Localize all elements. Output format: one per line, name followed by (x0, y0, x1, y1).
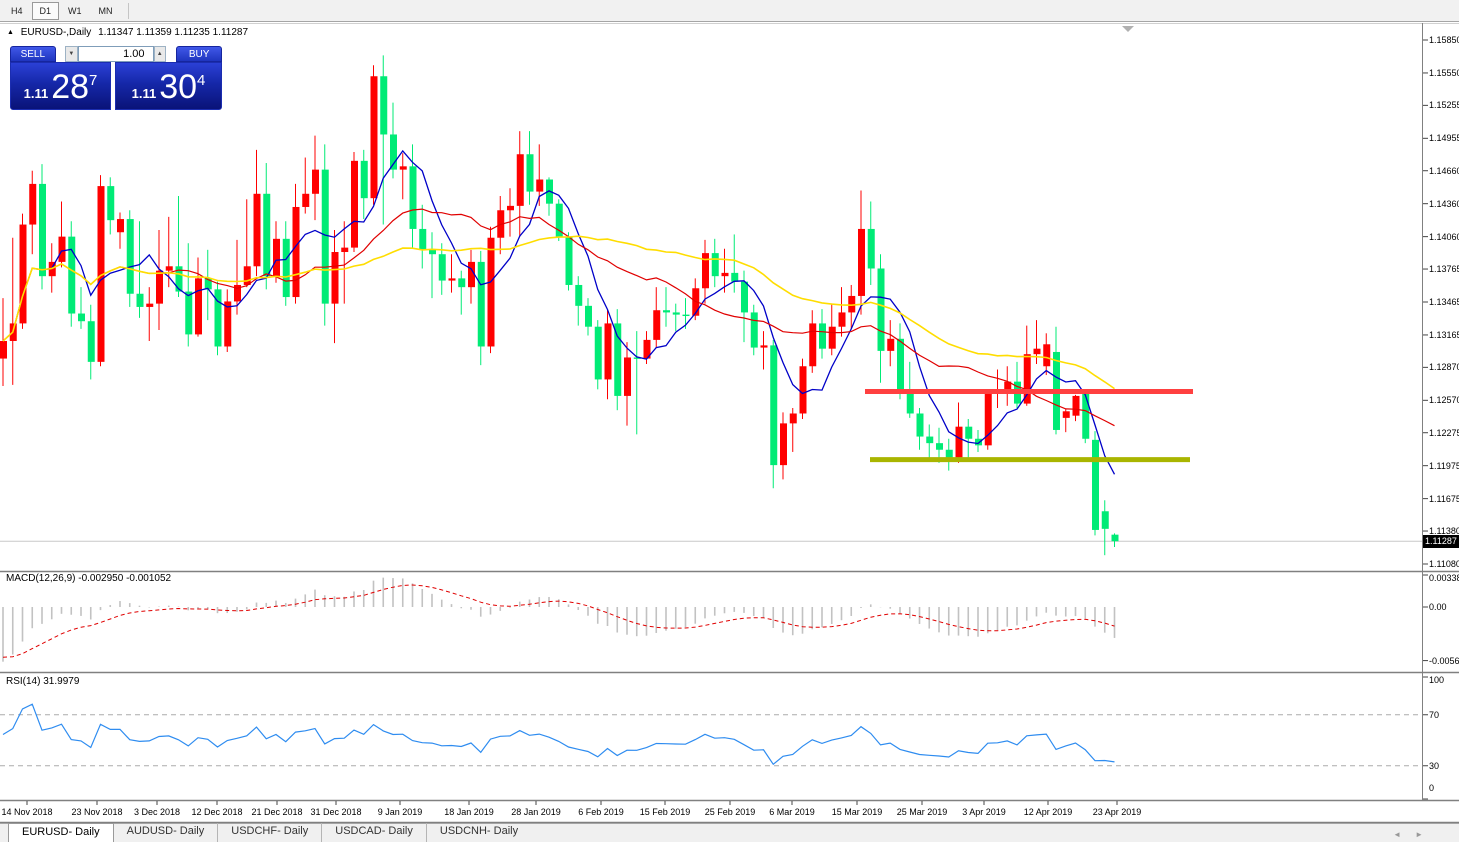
chart-tab-usdchf[interactable]: USDCHF- Daily (217, 823, 321, 842)
timeframe-button-h4[interactable]: H4 (3, 2, 31, 20)
chart-tab-audusd[interactable]: AUDUSD- Daily (114, 823, 218, 842)
volume-increase-button[interactable]: ▲ (154, 46, 166, 62)
toolbar-divider (128, 3, 129, 19)
timeframe-toolbar: H4D1W1MN (0, 0, 1459, 22)
buy-price-big: 30 (159, 67, 197, 107)
buy-price-prefix: 1.11 (132, 86, 157, 101)
one-click-trading-panel: SELL ▼ ▲ BUY 1.11287 1.11304 (10, 46, 222, 110)
chart-tab-bar: EURUSD- DailyAUDUSD- DailyUSDCHF- DailyU… (0, 823, 1459, 842)
chart-tabs: EURUSD- DailyAUDUSD- DailyUSDCHF- DailyU… (0, 823, 531, 842)
buy-price-sup: 4 (197, 72, 205, 89)
ohlc-values: 1.11347 1.11359 1.11235 1.11287 (98, 27, 248, 38)
timeframe-buttons: H4D1W1MN (3, 1, 122, 20)
chart-canvas[interactable] (0, 0, 1459, 842)
timeframe-button-d1[interactable]: D1 (32, 2, 60, 20)
timeframe-button-mn[interactable]: MN (91, 2, 121, 20)
chart-tab-eurusd[interactable]: EURUSD- Daily (8, 823, 114, 842)
chart-ohlc-header: ▲ EURUSD-,Daily 1.11347 1.11359 1.11235 … (7, 27, 252, 38)
chart-tab-usdcad[interactable]: USDCAD- Daily (321, 823, 426, 842)
symbol-period-label: EURUSD-,Daily (21, 27, 92, 38)
sell-price-big: 28 (51, 67, 89, 107)
sell-button[interactable]: SELL (10, 46, 56, 62)
tab-scroll-left-icon: ◄ (1393, 830, 1415, 839)
collapse-icon[interactable]: ▲ (7, 29, 14, 36)
sell-price-prefix: 1.11 (24, 86, 49, 101)
timeframe-button-w1[interactable]: W1 (60, 2, 90, 20)
buy-button[interactable]: BUY (176, 46, 222, 62)
current-price-tag: 1.11287 (1423, 535, 1459, 548)
tab-scroll-right-icon: ► (1415, 830, 1437, 839)
tab-scroll-arrows[interactable]: ◄► (1393, 830, 1437, 839)
chart-tab-usdcnh[interactable]: USDCNH- Daily (426, 823, 531, 842)
rsi-indicator-label: RSI(14) 31.9979 (6, 676, 79, 687)
volume-input[interactable] (78, 46, 154, 62)
sell-price-sup: 7 (89, 72, 97, 89)
sell-price-display[interactable]: 1.11287 (10, 62, 111, 110)
macd-indicator-label: MACD(12,26,9) -0.002950 -0.001052 (6, 573, 171, 584)
volume-decrease-button[interactable]: ▼ (65, 46, 77, 62)
buy-price-display[interactable]: 1.11304 (115, 62, 222, 110)
